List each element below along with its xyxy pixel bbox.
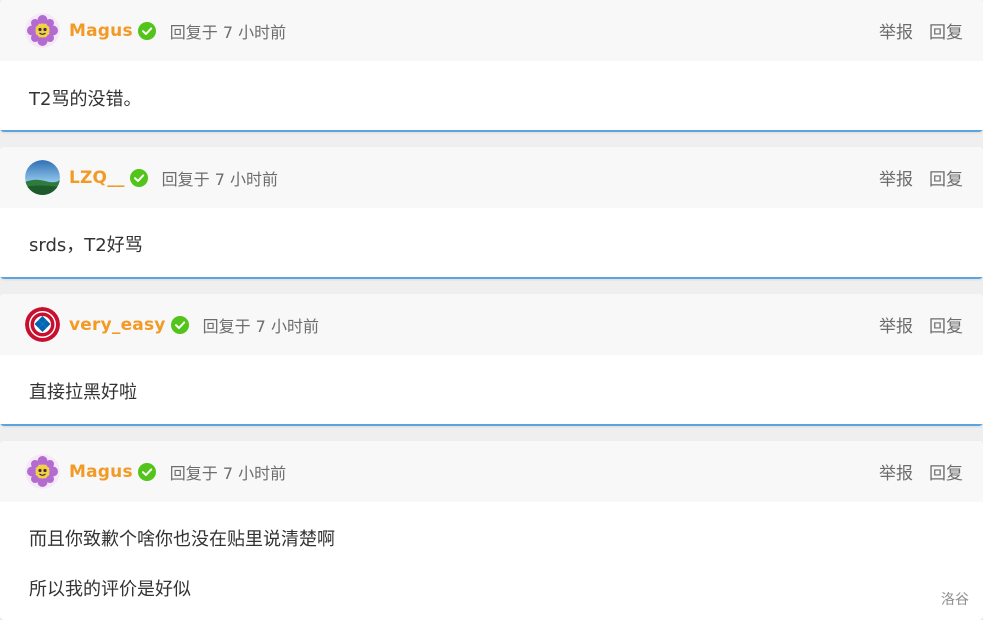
reply-header: LZQ__ 回复于 7 小时前 举报 回复 [0,147,983,208]
reply-text: T2骂的没错。 [29,89,142,110]
reply-link[interactable]: 回复 [929,18,963,43]
reply-header: very_easy 回复于 7 小时前 举报 回复 [0,294,983,355]
username[interactable]: LZQ__ [69,168,125,188]
report-link[interactable]: 举报 [879,312,913,337]
verified-icon [170,315,189,334]
reply-content: srds，T2好骂 [0,231,983,257]
avatar-purple-flower-icon[interactable] [25,13,60,48]
reply-content: 直接拉黑好啦 [0,378,983,404]
reply-text: 而且你致歉个啥你也没在贴里说清楚啊 [29,529,335,550]
reply-text: 直接拉黑好啦 [29,382,137,403]
report-link[interactable]: 举报 [879,459,913,484]
reply-actions: 举报 回复 [879,147,963,208]
username[interactable]: very_easy [69,315,166,335]
reply-text: srds，T2好骂 [29,235,143,256]
reply-card: Magus 回复于 7 小时前 举报 回复 而且你致歉个啥你也没在贴里说清楚啊 … [0,441,983,620]
avatar-sky-landscape-icon[interactable] [25,160,60,195]
reply-time: 回复于 7 小时前 [169,463,287,483]
verified-icon [137,462,156,481]
reply-link[interactable]: 回复 [929,165,963,190]
report-link[interactable]: 举报 [879,165,913,190]
reply-actions: 举报 回复 [879,441,963,502]
reply-card: Magus 回复于 7 小时前 举报 回复 T2骂的没错。 [0,0,983,132]
reply-time: 回复于 7 小时前 [202,316,319,336]
reply-content: 而且你致歉个啥你也没在贴里说清楚啊 所以我的评价是好似 [0,525,983,601]
reply-card: LZQ__ 回复于 7 小时前 举报 回复 srds，T2好骂 [0,147,983,279]
card-border [0,130,983,132]
verified-icon [129,168,148,187]
username[interactable]: Magus [69,21,133,41]
card-border [0,277,983,279]
reply-actions: 举报 回复 [879,0,963,61]
verified-icon [137,21,156,40]
reply-time: 回复于 7 小时前 [161,169,278,189]
card-border [0,424,983,426]
reply-card: very_easy 回复于 7 小时前 举报 回复 直接拉黑好啦 [0,294,983,426]
reply-time: 回复于 7 小时前 [169,22,287,42]
reply-content: T2骂的没错。 [0,85,983,111]
avatar-bayern-munich-crest-icon[interactable] [25,307,60,342]
username[interactable]: Magus [69,462,133,482]
report-link[interactable]: 举报 [879,18,913,43]
reply-link[interactable]: 回复 [929,459,963,484]
reply-header: Magus 回复于 7 小时前 举报 回复 [0,441,983,502]
reply-link[interactable]: 回复 [929,312,963,337]
reply-actions: 举报 回复 [879,294,963,355]
avatar-purple-flower-icon[interactable] [25,454,60,489]
site-watermark: 洛谷 [941,592,969,608]
reply-text: 所以我的评价是好似 [29,579,191,600]
reply-header: Magus 回复于 7 小时前 举报 回复 [0,0,983,61]
